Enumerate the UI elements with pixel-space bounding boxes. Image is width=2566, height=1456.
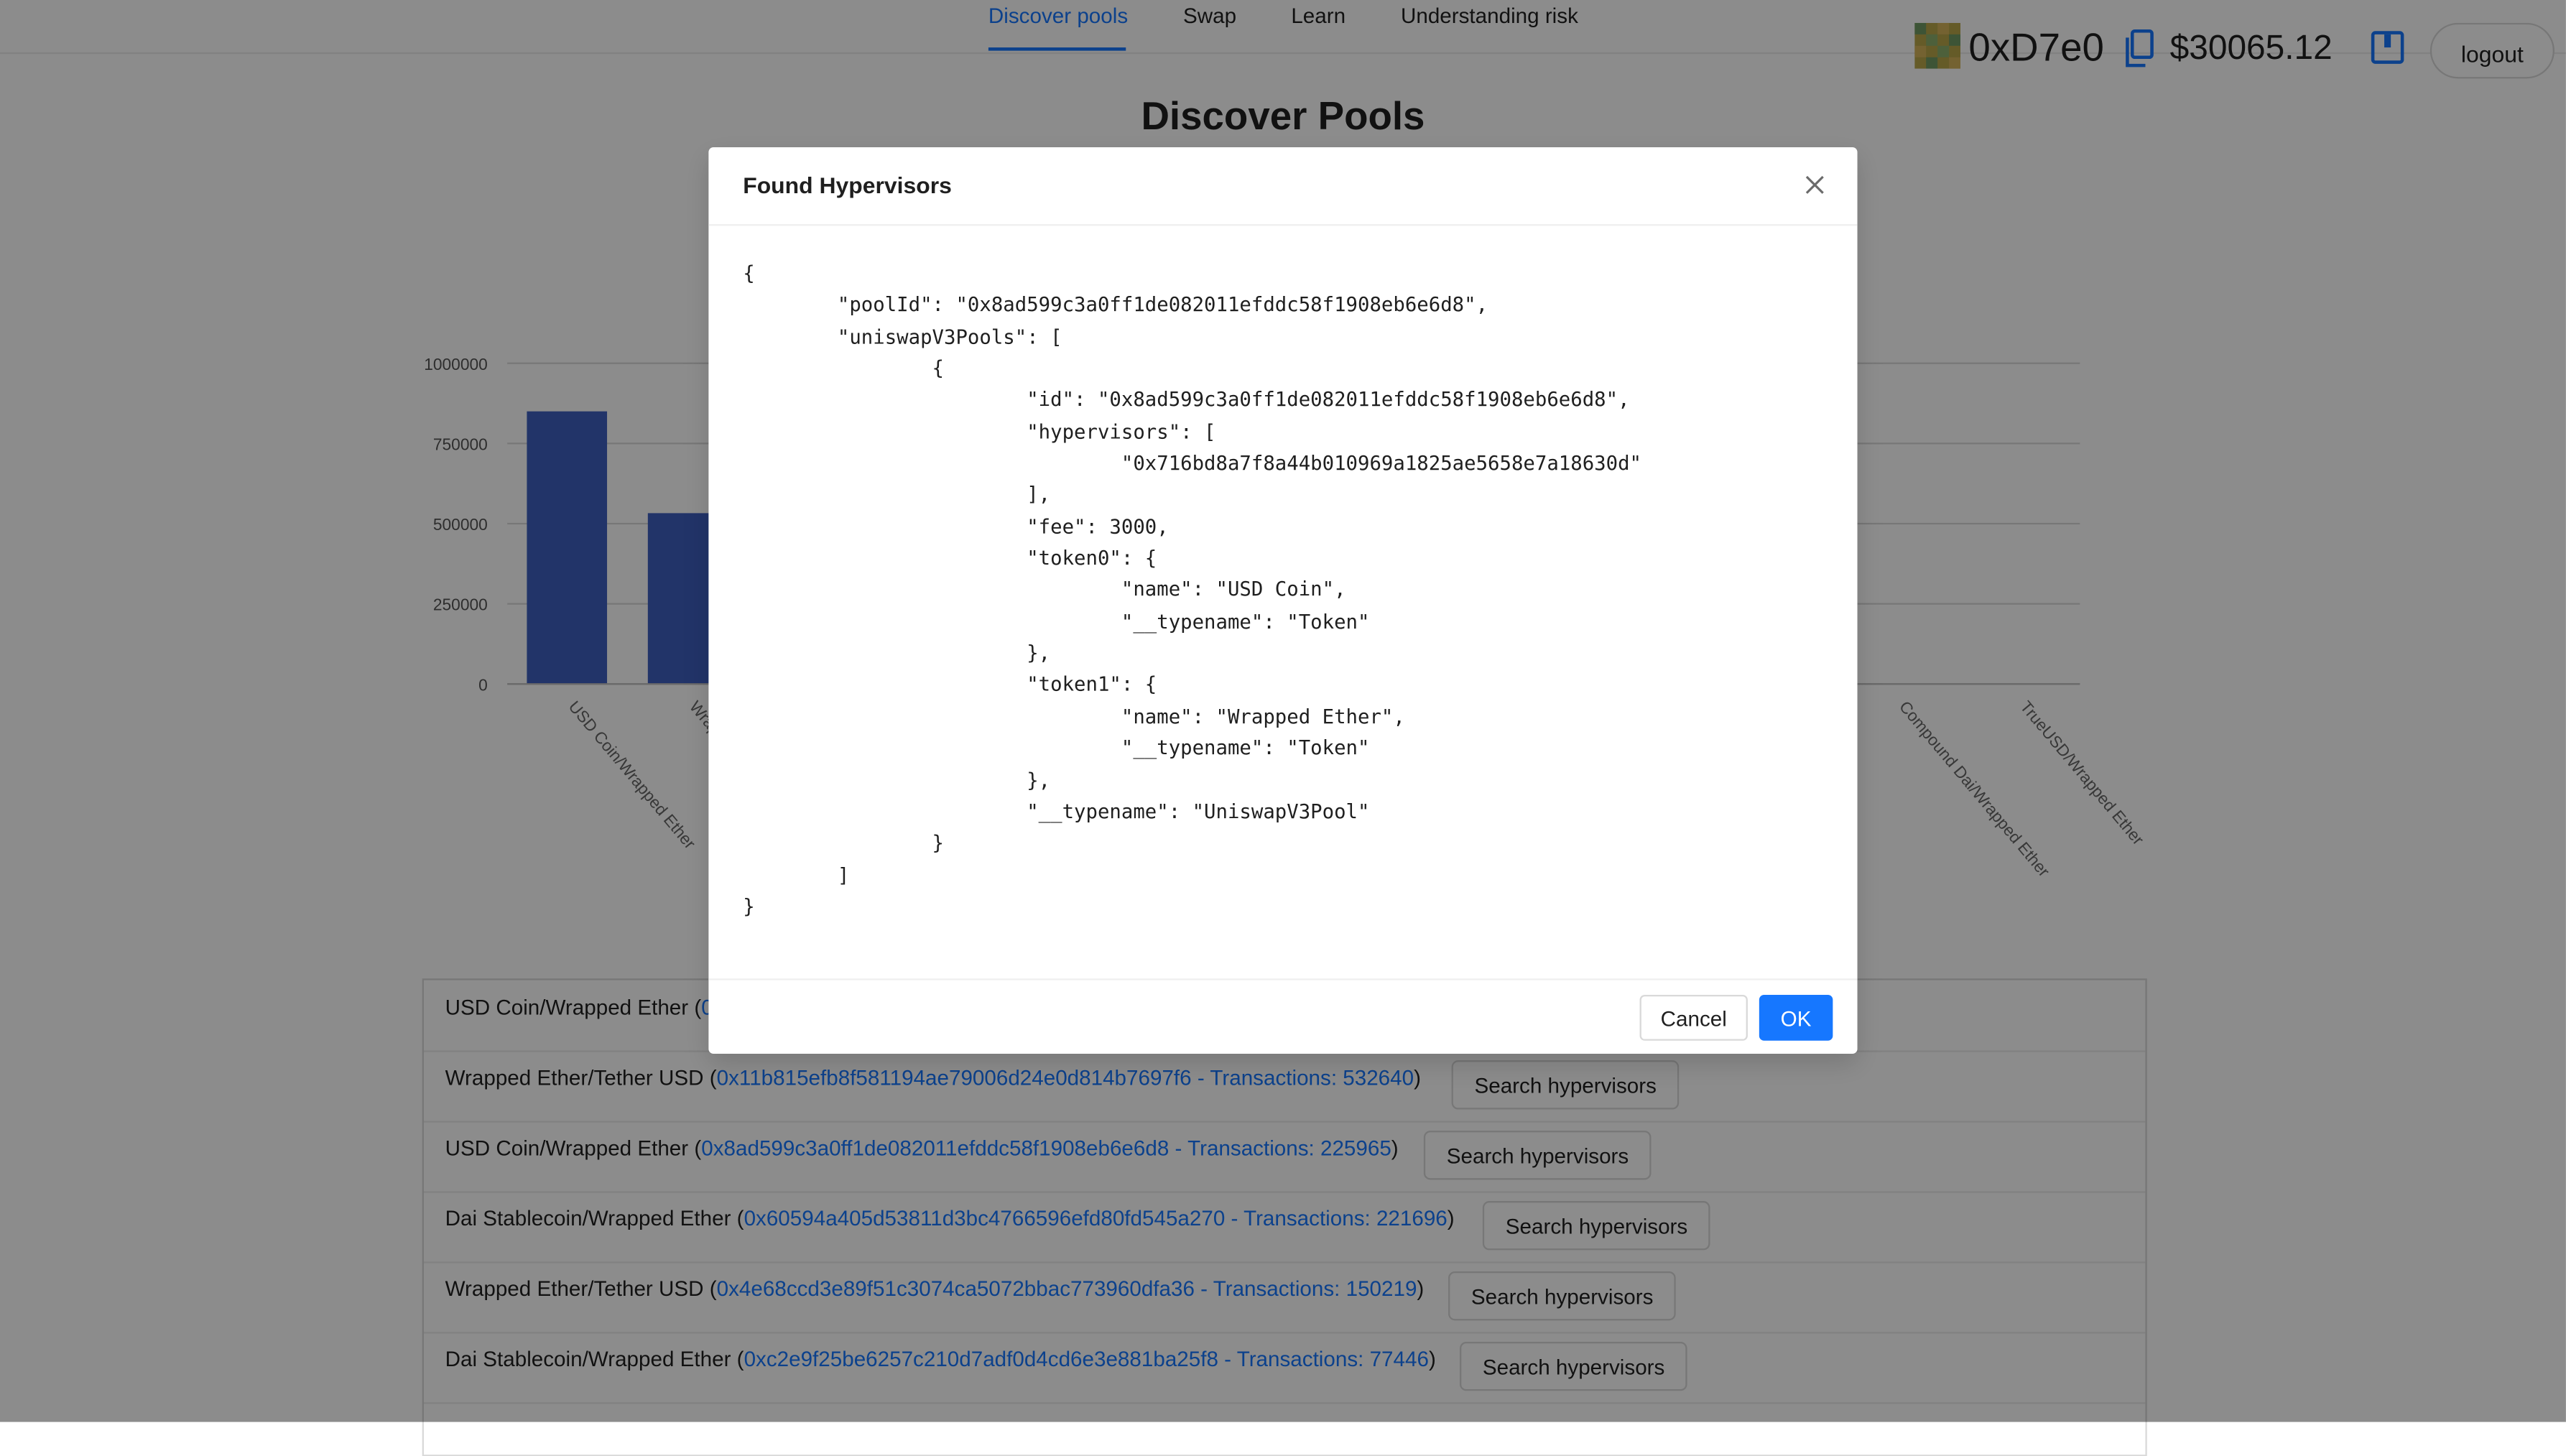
ok-button[interactable]: OK bbox=[1759, 995, 1833, 1041]
cancel-button[interactable]: Cancel bbox=[1639, 995, 1748, 1041]
hypervisor-json: { "poolId": "0x8ad599c3a0ff1de082011efdd… bbox=[743, 261, 1642, 918]
modal-footer: Cancel OK bbox=[708, 978, 1858, 1055]
modal-body: { "poolId": "0x8ad599c3a0ff1de082011efdd… bbox=[743, 259, 1822, 978]
close-icon[interactable] bbox=[1803, 173, 1826, 196]
modal-title: Found Hypervisors bbox=[743, 172, 952, 198]
found-hypervisors-modal: Found Hypervisors { "poolId": "0x8ad599c… bbox=[708, 147, 1858, 1055]
modal-header: Found Hypervisors bbox=[708, 147, 1858, 226]
